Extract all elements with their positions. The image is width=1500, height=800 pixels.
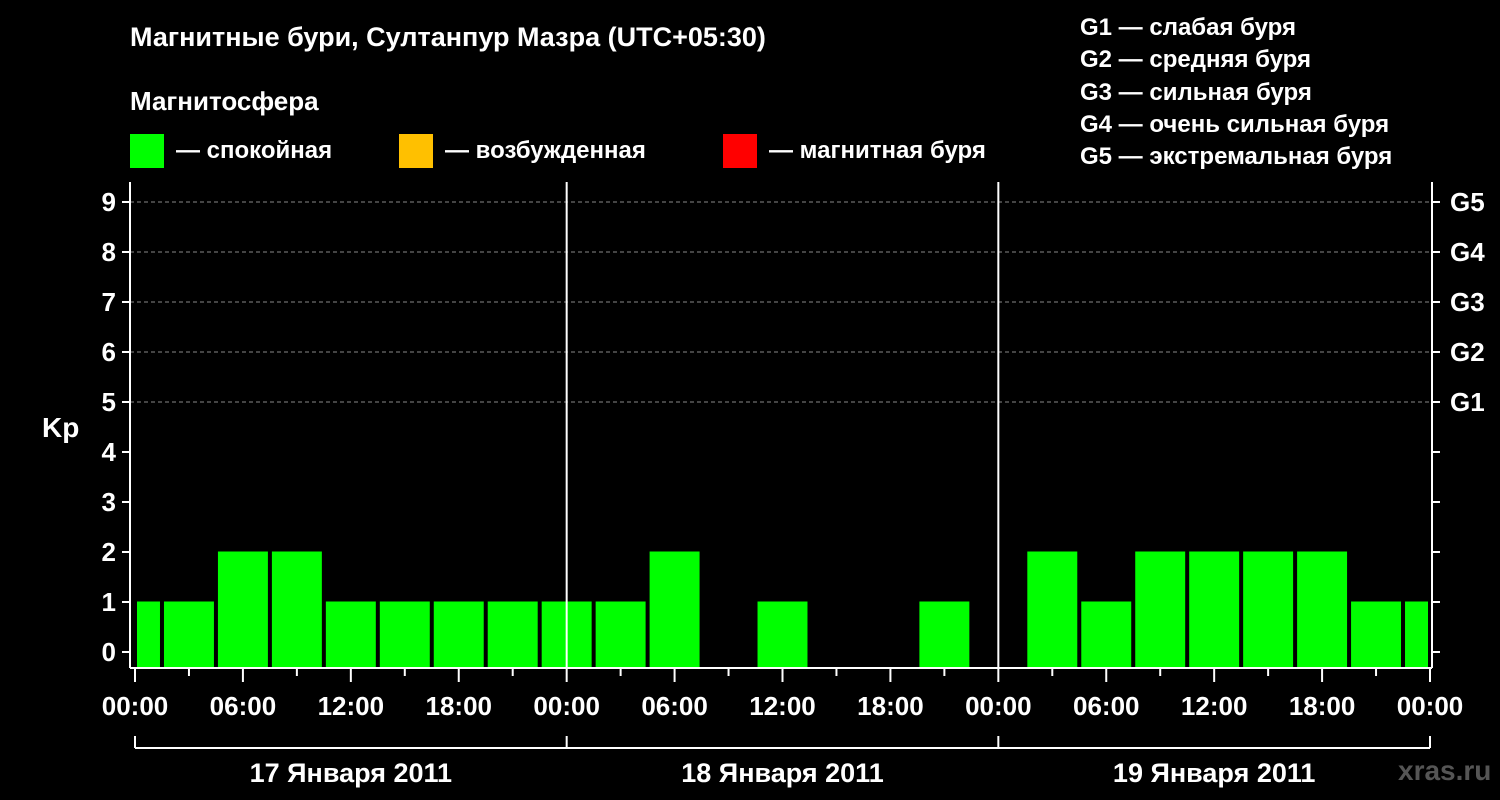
day-label: 18 Января 2011 — [681, 758, 883, 788]
y-tick-label: 4 — [102, 437, 117, 467]
y-tick-label: 5 — [102, 387, 116, 417]
bar — [1027, 551, 1078, 668]
x-tick-label: 00:00 — [965, 691, 1032, 721]
bar — [649, 551, 700, 668]
y-tick-label: 2 — [102, 537, 116, 567]
bar — [217, 551, 268, 668]
bar — [1405, 601, 1428, 668]
y-tick-label: 9 — [102, 187, 116, 217]
bar — [757, 601, 808, 668]
bar — [137, 601, 160, 668]
y-tick-label: 3 — [102, 487, 116, 517]
x-tick-label: 06:00 — [641, 691, 708, 721]
bar — [919, 601, 970, 668]
g-tick-label: G4 — [1450, 237, 1485, 267]
x-tick-label: 06:00 — [1073, 691, 1140, 721]
x-tick-label: 18:00 — [857, 691, 924, 721]
x-tick-label: 12:00 — [1181, 691, 1248, 721]
bar — [487, 601, 538, 668]
y-tick-label: 6 — [102, 337, 116, 367]
bar — [1351, 601, 1402, 668]
bar — [1243, 551, 1294, 668]
x-tick-label: 06:00 — [210, 691, 277, 721]
bar — [1189, 551, 1240, 668]
x-tick-label: 18:00 — [426, 691, 493, 721]
g-tick-label: G1 — [1450, 387, 1485, 417]
x-tick-label: 12:00 — [749, 691, 816, 721]
bar — [325, 601, 376, 668]
bar — [163, 601, 214, 668]
x-tick-label: 00:00 — [102, 691, 169, 721]
y-tick-label: 7 — [102, 287, 116, 317]
day-label: 17 Января 2011 — [250, 758, 452, 788]
bar — [1081, 601, 1132, 668]
x-tick-label: 00:00 — [1397, 691, 1464, 721]
g-tick-label: G2 — [1450, 337, 1485, 367]
x-tick-label: 00:00 — [533, 691, 600, 721]
bar — [433, 601, 484, 668]
kp-chart: 0 1 2 3 4 5 6 7 8 9 G1 G2 G3 G4 G5 00:00 06:00 12:00 18:00… — [102, 182, 1485, 788]
bar — [595, 601, 646, 668]
y-tick-label: 0 — [102, 637, 116, 667]
g-tick-label: G5 — [1450, 187, 1485, 217]
x-tick-label: 18:00 — [1289, 691, 1356, 721]
y-tick-label: 8 — [102, 237, 116, 267]
y-tick-label: 1 — [102, 587, 116, 617]
bar — [379, 601, 430, 668]
g-tick-label: G3 — [1450, 287, 1485, 317]
x-tick-label: 12:00 — [318, 691, 385, 721]
bar — [271, 551, 322, 668]
bar — [1297, 551, 1348, 668]
day-label: 19 Января 2011 — [1113, 758, 1315, 788]
bar — [1135, 551, 1186, 668]
